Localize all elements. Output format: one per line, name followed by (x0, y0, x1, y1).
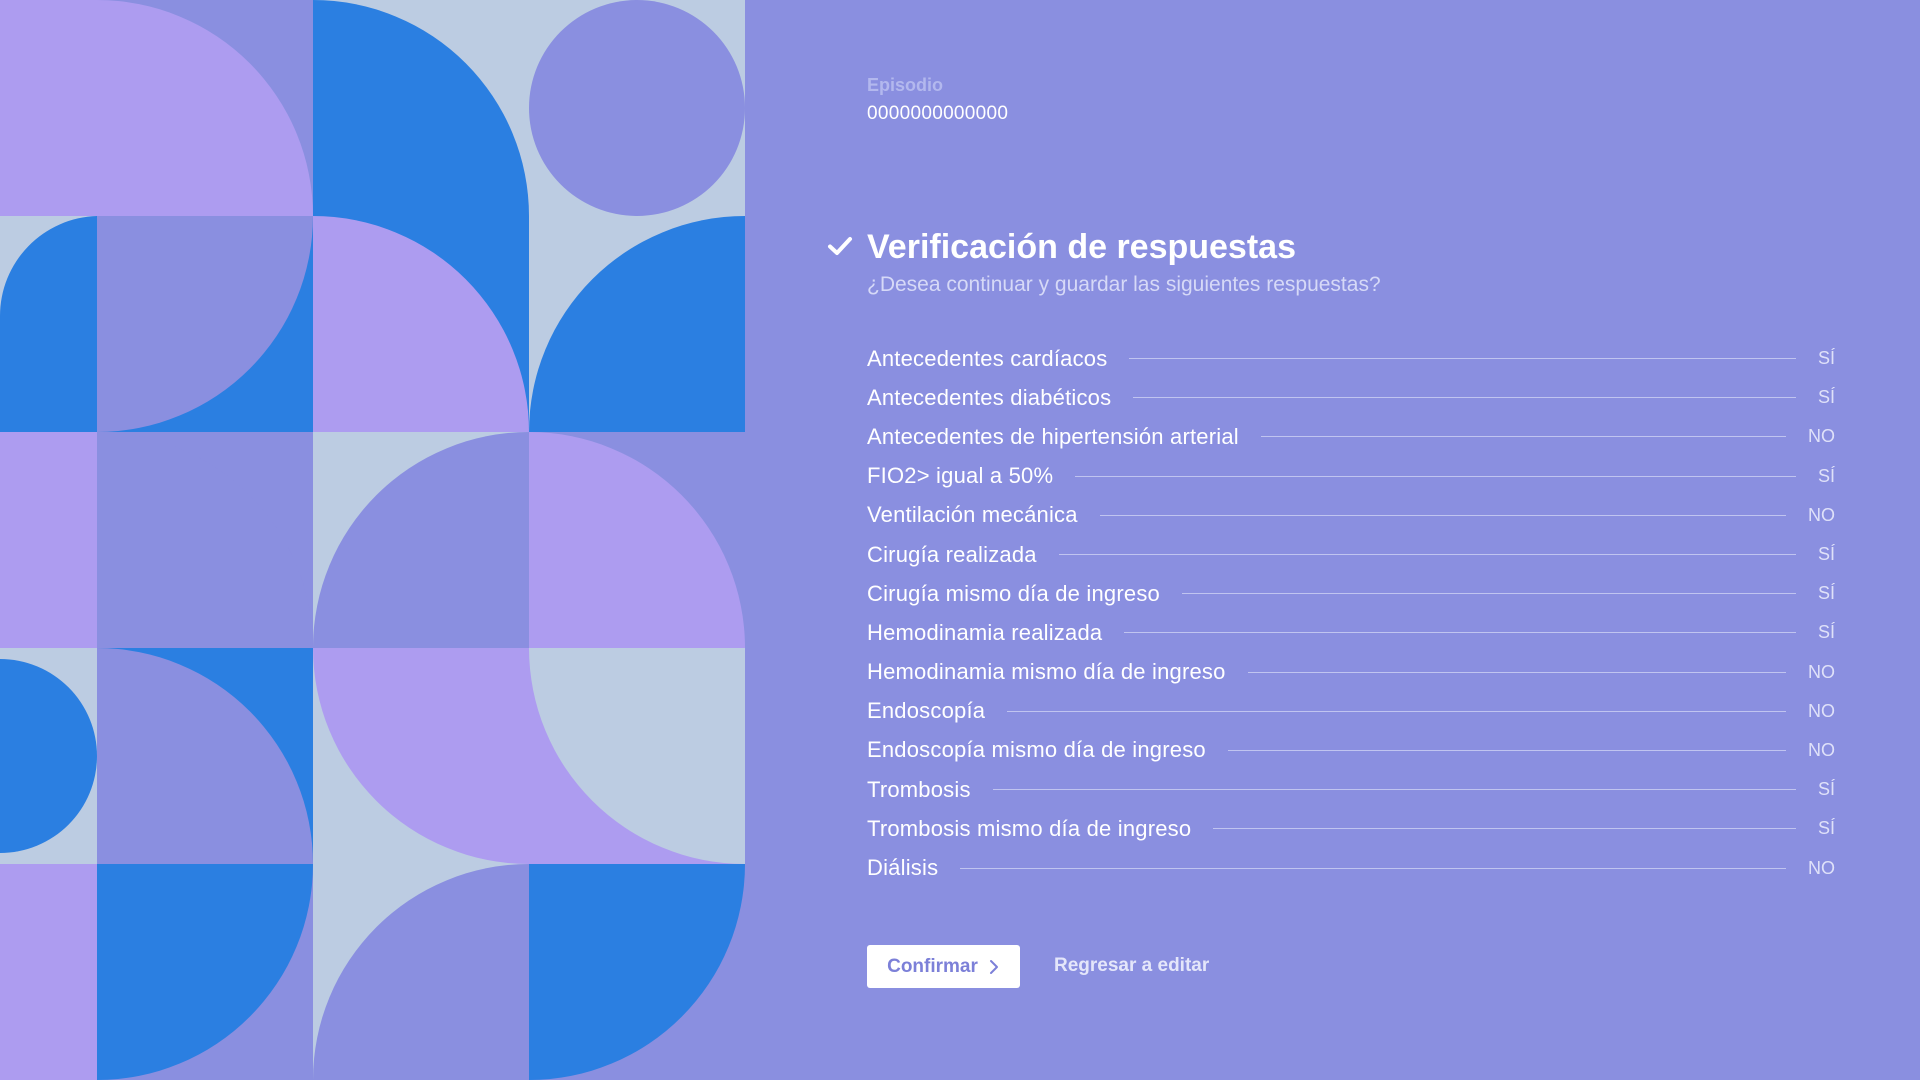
answer-row: Diálisis NO (867, 848, 1835, 887)
answer-row: Trombosis mismo día de ingreso SÍ (867, 809, 1835, 848)
question-label: Hemodinamia realizada (867, 619, 1103, 645)
question-label: Trombosis mismo día de ingreso (867, 815, 1192, 841)
question-label: Antecedentes cardíacos (867, 345, 1108, 371)
check-icon (828, 237, 852, 255)
answer-value: SÍ (1817, 622, 1835, 643)
leader-line (1099, 514, 1786, 516)
answer-row: Cirugía mismo día de ingreso SÍ (867, 574, 1835, 613)
leader-line (1213, 828, 1796, 830)
answer-row: Endoscopía NO (867, 692, 1835, 731)
question-label: Diálisis (867, 855, 939, 881)
answer-value: NO (1808, 739, 1835, 760)
answer-value: NO (1808, 426, 1835, 447)
question-label: Antecedentes diabéticos (867, 384, 1112, 410)
question-label: FIO2> igual a 50% (867, 463, 1054, 489)
answer-row: Antecedentes cardíacos SÍ (867, 339, 1835, 378)
back-to-edit-link[interactable]: Regresar a editar (1054, 955, 1209, 977)
confirm-button[interactable]: Confirmar (867, 945, 1020, 988)
leader-line (1260, 436, 1786, 438)
leader-line (960, 867, 1786, 869)
question-label: Cirugía realizada (867, 541, 1037, 567)
answer-value: SÍ (1817, 583, 1835, 604)
answer-row: Hemodinamia mismo día de ingreso NO (867, 653, 1835, 692)
answer-row: Trombosis SÍ (867, 770, 1835, 809)
answer-value: NO (1808, 857, 1835, 878)
verification-screen: Episodio 0000000000000 Verificación de r… (0, 0, 1920, 1080)
geometric-pattern-illustration (0, 0, 745, 1080)
episode-number: 0000000000000 (867, 103, 1009, 124)
answer-row: FIO2> igual a 50% SÍ (867, 457, 1835, 496)
question-label: Trombosis (867, 776, 971, 802)
answer-value: NO (1808, 504, 1835, 525)
question-label: Cirugía mismo día de ingreso (867, 580, 1160, 606)
leader-line (992, 789, 1796, 791)
answer-row: Antecedentes de hipertensión arterial NO (867, 417, 1835, 456)
leader-line (1129, 358, 1796, 360)
answer-value: SÍ (1817, 465, 1835, 486)
answer-value: NO (1808, 700, 1835, 721)
answer-value: SÍ (1817, 348, 1835, 369)
page-title: Verificación de respuestas (867, 228, 1296, 266)
chevron-right-icon (989, 959, 998, 974)
leader-line (1075, 475, 1796, 477)
question-label: Hemodinamia mismo día de ingreso (867, 659, 1226, 685)
question-label: Ventilación mecánica (867, 502, 1078, 528)
answer-row: Ventilación mecánica NO (867, 496, 1835, 535)
leader-line (1058, 554, 1796, 556)
answer-value: SÍ (1817, 387, 1835, 408)
episode-label: Episodio (867, 75, 943, 95)
answer-value: SÍ (1817, 544, 1835, 565)
answer-value: NO (1808, 661, 1835, 682)
confirm-button-label: Confirmar (887, 955, 978, 977)
leader-line (1007, 710, 1786, 712)
question-label: Antecedentes de hipertensión arterial (867, 423, 1239, 449)
answers-list: Antecedentes cardíacos SÍ Antecedentes di… (867, 339, 1835, 888)
answer-row: Antecedentes diabéticos SÍ (867, 378, 1835, 417)
leader-line (1181, 593, 1796, 595)
answer-row: Cirugía realizada SÍ (867, 535, 1835, 574)
leader-line (1227, 749, 1786, 751)
question-label: Endoscopía (867, 698, 986, 724)
leader-line (1124, 632, 1796, 634)
page-subtitle: ¿Desea continuar y guardar las siguiente… (867, 273, 1381, 296)
question-label: Endoscopía mismo día de ingreso (867, 737, 1206, 763)
answer-value: SÍ (1817, 818, 1835, 839)
answer-value: SÍ (1817, 779, 1835, 800)
verification-panel: Episodio 0000000000000 Verificación de r… (828, 0, 1835, 1080)
leader-line (1247, 671, 1786, 673)
answer-row: Endoscopía mismo día de ingreso NO (867, 731, 1835, 770)
leader-line (1133, 397, 1796, 399)
answer-row: Hemodinamia realizada SÍ (867, 613, 1835, 652)
decorative-pattern (0, 0, 745, 1080)
